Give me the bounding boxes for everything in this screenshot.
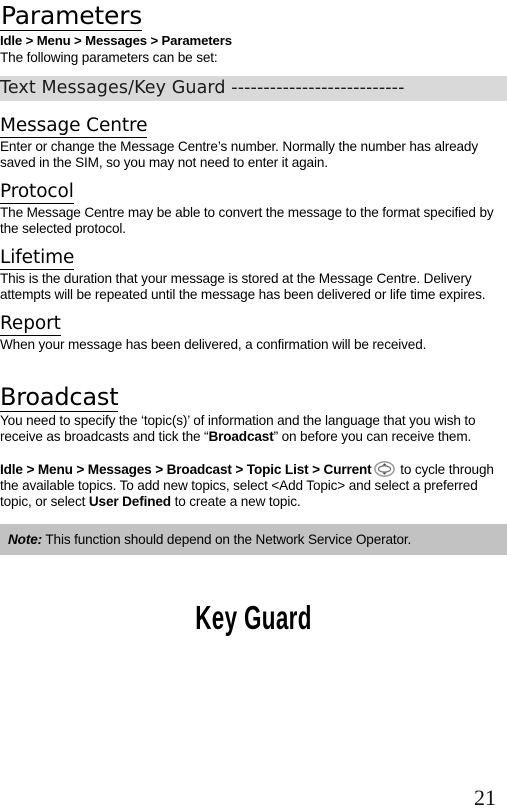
- section-lifetime: Lifetime This is the duration that your …: [0, 247, 507, 304]
- section-body: Enter or change the Message Centre’s num…: [0, 138, 478, 171]
- running-head-band: Text Messages/Key Guard ----------------…: [0, 75, 507, 101]
- section-heading: Broadcast: [0, 383, 119, 412]
- page-title-container: Parameters: [0, 0, 507, 31]
- running-head-text: Text Messages/Key Guard ----------------…: [0, 75, 507, 101]
- broadcast-menu-path: Idle > Menu > Messages > Broadcast > Top…: [0, 461, 372, 477]
- document-page: Parameters Idle > Menu > Messages > Para…: [0, 0, 507, 812]
- section-heading: Protocol: [0, 180, 74, 204]
- section-heading: Report: [0, 312, 61, 336]
- page-number: 21: [474, 785, 496, 810]
- note-label: Note:: [8, 532, 42, 548]
- section-protocol: Protocol The Message Centre may be able …: [0, 181, 507, 238]
- running-head-dashes: ---------------------------: [225, 77, 405, 98]
- breadcrumb: Idle > Menu > Messages > Parameters: [0, 33, 232, 48]
- broadcast-tail: to create a new topic.: [170, 494, 301, 510]
- page-title: Parameters: [0, 1, 143, 31]
- navigation-key-icon: [373, 460, 395, 477]
- note-callout: Note: This function should depend on the…: [0, 524, 507, 556]
- section-body: The Message Centre may be able to conver…: [0, 204, 494, 237]
- broadcast-intro: You need to specify the ‘topic(s)’ of in…: [0, 413, 507, 446]
- section-report: Report When your message has been delive…: [0, 313, 507, 354]
- broadcast-keyword: Broadcast: [208, 429, 274, 445]
- section-heading: Message Centre: [0, 114, 148, 138]
- intro-text: The following parameters can be set:: [0, 50, 218, 65]
- broadcast-intro-b: ” on before you can receive them.: [273, 429, 472, 445]
- section-heading: Lifetime: [0, 246, 75, 270]
- section-body: When your message has been delivered, a …: [0, 336, 427, 352]
- chapter-title: Key Guard: [195, 599, 312, 637]
- section-broadcast: Broadcast You need to specify the ‘topic…: [0, 383, 507, 510]
- section-message-centre: Message Centre Enter or change the Messa…: [0, 115, 507, 172]
- note-text: This function should depend on the Netwo…: [42, 532, 412, 548]
- section-body: This is the duration that your message i…: [0, 270, 486, 303]
- running-head-label: Text Messages/Key Guard: [0, 77, 226, 98]
- broadcast-instructions: Idle > Menu > Messages > Broadcast > Top…: [0, 460, 507, 511]
- user-defined-keyword: User Defined: [88, 494, 171, 510]
